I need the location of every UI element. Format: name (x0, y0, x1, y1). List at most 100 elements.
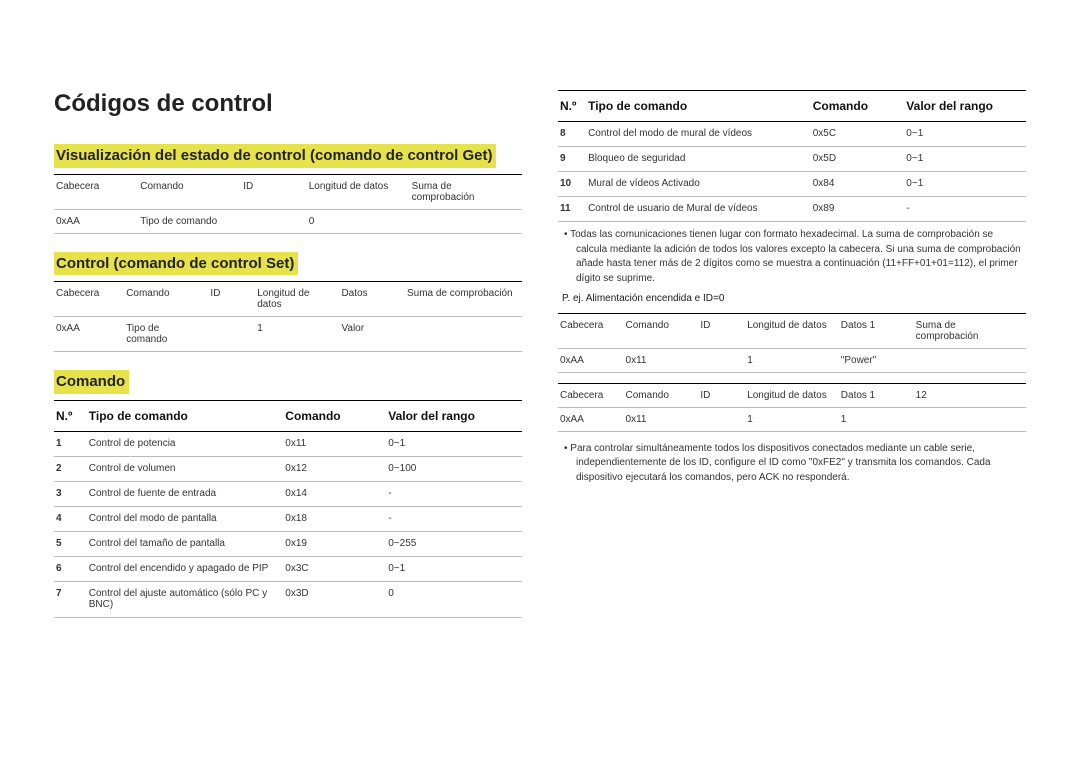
td-no: 7 (54, 581, 87, 617)
td-tipo: Control de fuente de entrada (87, 481, 284, 506)
td-rng: 0~1 (386, 556, 522, 581)
td-no: 8 (558, 122, 586, 147)
th-tipo: Tipo de comando (586, 91, 811, 122)
td (698, 348, 745, 372)
td-cmd: 0x14 (283, 481, 386, 506)
td: 0xAA (54, 209, 138, 233)
th: 12 (914, 383, 1026, 407)
td-cmd: 0x11 (283, 431, 386, 456)
page-title: Códigos de control (54, 90, 522, 118)
td: 0xAA (54, 317, 124, 352)
section-header-get: Visualización del estado de control (com… (54, 144, 496, 168)
th: Cabecera (558, 383, 624, 407)
td-tipo: Control de usuario de Mural de vídeos (586, 197, 811, 222)
example-label: P. ej. Alimentación encendida e ID=0 (562, 292, 1026, 307)
td-cmd: 0x89 (811, 197, 905, 222)
td-no: 11 (558, 197, 586, 222)
td-no: 6 (54, 556, 87, 581)
td: 0x11 (624, 407, 699, 431)
td-tipo: Control del ajuste automático (sólo PC y… (87, 581, 284, 617)
td-no: 3 (54, 481, 87, 506)
table-row: 7Control del ajuste automático (sólo PC … (54, 581, 522, 617)
th: Suma de comprobación (405, 282, 522, 317)
td-no: 5 (54, 531, 87, 556)
note-broadcast: Para controlar simultáneamente todos los… (576, 442, 1026, 486)
th-valor: Valor del rango (386, 400, 522, 431)
td-cmd: 0x3C (283, 556, 386, 581)
td-rng: - (386, 506, 522, 531)
th: ID (698, 383, 745, 407)
td-rng: 0~255 (386, 531, 522, 556)
th-suma: Suma de comprobación (410, 174, 522, 209)
th: Longitud de datos (255, 282, 339, 317)
set-table: Cabecera Comando ID Longitud de datos Da… (54, 281, 522, 352)
td-rng: 0~1 (904, 122, 1026, 147)
table-row: 11Control de usuario de Mural de vídeos0… (558, 197, 1026, 222)
table-row: 2Control de volumen0x120~100 (54, 456, 522, 481)
td-rng: - (386, 481, 522, 506)
td: 0x11 (624, 348, 699, 372)
table-row: 5Control del tamaño de pantalla0x190~255 (54, 531, 522, 556)
example-table-1: Cabecera Comando ID Longitud de datos Da… (558, 313, 1026, 373)
td-power: "Power" (839, 348, 914, 372)
td: 1 (255, 317, 339, 352)
note-checksum: Todas las comunicaciones tienen lugar co… (576, 228, 1026, 286)
th: ID (698, 313, 745, 348)
table-row: 4Control del modo de pantalla0x18- (54, 506, 522, 531)
td-no: 4 (54, 506, 87, 531)
th: Datos (339, 282, 405, 317)
th: Cabecera (54, 282, 124, 317)
td-rng: 0~1 (386, 431, 522, 456)
td-rng: - (904, 197, 1026, 222)
td-cmd: 0x5C (811, 122, 905, 147)
td-cmd: 0x12 (283, 456, 386, 481)
td: 0xAA (558, 348, 624, 372)
td-tipo: Mural de vídeos Activado (586, 172, 811, 197)
td-no: 9 (558, 147, 586, 172)
td (241, 209, 307, 233)
td: 1 (839, 407, 914, 431)
td-rng: 0~1 (904, 172, 1026, 197)
td-rng: 0~100 (386, 456, 522, 481)
td: Tipo de comando (124, 317, 208, 352)
td (208, 317, 255, 352)
td-tipo: Control del modo de pantalla (87, 506, 284, 531)
command-table-left: N.º Tipo de comando Comando Valor del ra… (54, 400, 522, 618)
td: 0 (307, 209, 410, 233)
td: 1 (745, 407, 839, 431)
table-row: 6Control del encendido y apagado de PIP0… (54, 556, 522, 581)
th-longitud: Longitud de datos (307, 174, 410, 209)
table-row: 9Bloqueo de seguridad0x5D0~1 (558, 147, 1026, 172)
td-no: 2 (54, 456, 87, 481)
section-header-set: Control (comando de control Set) (54, 252, 298, 276)
td-tipo: Control de volumen (87, 456, 284, 481)
th-cmd: Comando (283, 400, 386, 431)
td (914, 407, 1026, 431)
td-cmd: 0x84 (811, 172, 905, 197)
th: Suma de comprobación (914, 313, 1026, 348)
th-no: N.º (558, 91, 586, 122)
td-cmd: 0x3D (283, 581, 386, 617)
table-row: 3Control de fuente de entrada0x14- (54, 481, 522, 506)
td (405, 317, 522, 352)
th: Comando (624, 313, 699, 348)
th: Comando (624, 383, 699, 407)
th-comando: Comando (138, 174, 241, 209)
td-cmd: 0x19 (283, 531, 386, 556)
td: 0xAA (558, 407, 624, 431)
td-cmd: 0x18 (283, 506, 386, 531)
td-tipo: Control del tamaño de pantalla (87, 531, 284, 556)
th: ID (208, 282, 255, 317)
th-cmd: Comando (811, 91, 905, 122)
table-row: 8Control del modo de mural de vídeos0x5C… (558, 122, 1026, 147)
example-table-2: Cabecera Comando ID Longitud de datos Da… (558, 383, 1026, 432)
td (698, 407, 745, 431)
th: Comando (124, 282, 208, 317)
command-table-right: N.º Tipo de comando Comando Valor del ra… (558, 90, 1026, 222)
td-no: 10 (558, 172, 586, 197)
table-row: 10Mural de vídeos Activado0x840~1 (558, 172, 1026, 197)
td: Tipo de comando (138, 209, 241, 233)
td (410, 209, 522, 233)
th: Longitud de datos (745, 313, 839, 348)
td-rng: 0~1 (904, 147, 1026, 172)
